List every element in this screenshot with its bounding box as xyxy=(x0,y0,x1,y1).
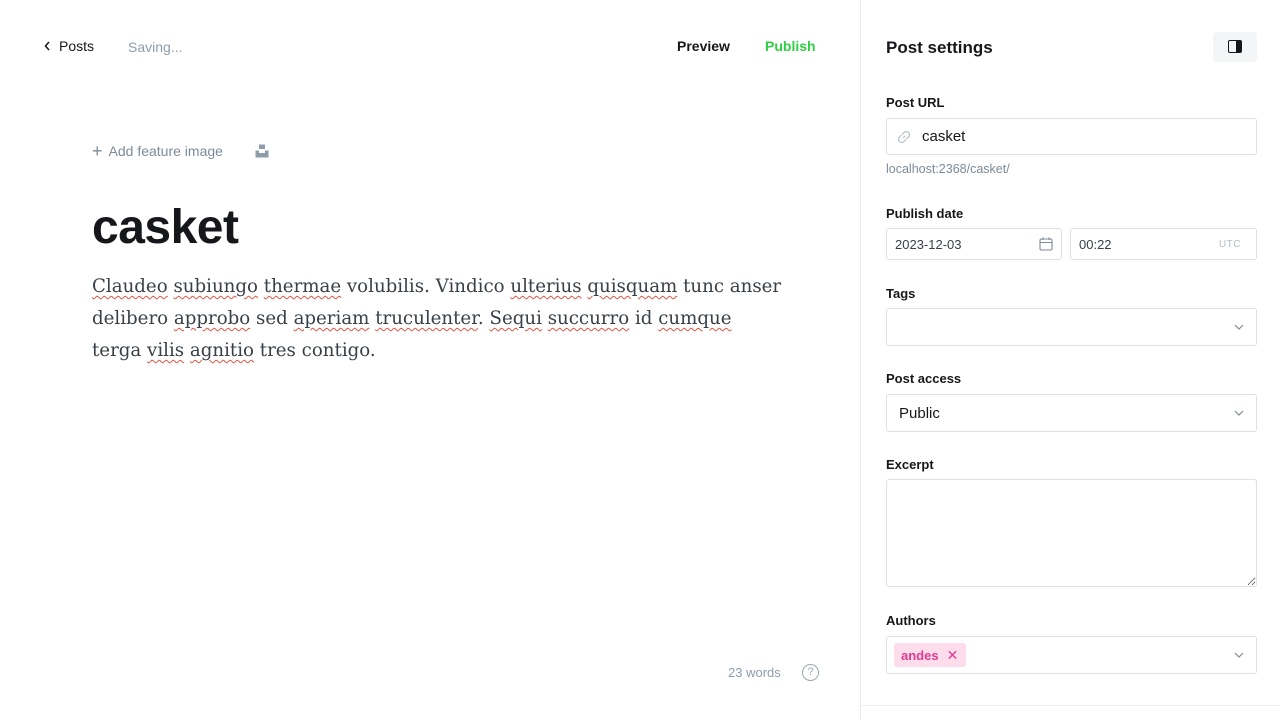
post-settings-panel: Post settings Post URL localhost:2368/ca… xyxy=(860,0,1280,720)
word-count: 23 words xyxy=(728,665,781,680)
body-text-run: id xyxy=(629,308,659,329)
publish-date-input[interactable] xyxy=(895,229,1035,259)
authors-select[interactable]: andes ✕ xyxy=(886,636,1257,674)
misspelled-word: truculenter xyxy=(375,308,478,329)
publish-button[interactable]: Publish xyxy=(765,38,816,54)
misspelled-word: quisquam xyxy=(587,276,678,297)
remove-author-icon[interactable]: ✕ xyxy=(947,647,959,664)
chevron-left-icon xyxy=(44,41,50,51)
excerpt-label: Excerpt xyxy=(886,457,934,472)
sidebar-toggle-icon xyxy=(1228,40,1242,53)
post-url-input[interactable] xyxy=(922,119,1242,154)
timezone-label: UTC xyxy=(1218,239,1241,250)
chevron-down-icon xyxy=(1234,324,1244,330)
calendar-icon[interactable] xyxy=(1039,237,1053,251)
save-status: Saving... xyxy=(128,39,183,55)
link-icon xyxy=(897,130,911,144)
help-icon[interactable]: ? xyxy=(802,664,819,681)
editor-area: Posts Saving... Preview Publish + Add fe… xyxy=(0,0,860,720)
tags-select[interactable] xyxy=(886,308,1257,346)
misspelled-word: Sequi xyxy=(489,308,542,329)
back-label: Posts xyxy=(59,38,95,54)
unsplash-icon[interactable] xyxy=(255,144,269,158)
misspelled-word: aperiam xyxy=(293,308,370,329)
panel-divider xyxy=(861,705,1280,706)
misspelled-word: subiungo xyxy=(173,276,258,297)
chevron-down-icon xyxy=(1234,652,1244,658)
author-tag: andes ✕ xyxy=(894,643,967,667)
body-text-run: sed xyxy=(250,308,294,329)
back-to-posts-link[interactable]: Posts xyxy=(44,38,94,54)
post-title[interactable]: casket xyxy=(92,200,239,255)
publish-date-field xyxy=(886,228,1062,260)
post-access-value: Public xyxy=(899,405,940,422)
post-body[interactable]: Claudeo subiungo thermae volubilis. Vind… xyxy=(92,271,782,367)
post-access-select[interactable]: Public xyxy=(886,394,1257,432)
excerpt-textarea[interactable] xyxy=(886,479,1257,587)
editor-topbar: Posts Saving... Preview Publish xyxy=(0,0,860,94)
tags-label: Tags xyxy=(886,286,916,301)
misspelled-word: ulterius xyxy=(510,276,582,297)
preview-button[interactable]: Preview xyxy=(677,38,730,54)
body-text-run: tres contigo. xyxy=(254,340,376,361)
misspelled-word: agnitio xyxy=(189,340,254,361)
misspelled-word: Claudeo xyxy=(92,276,168,297)
post-access-label: Post access xyxy=(886,371,962,386)
publish-time-input[interactable] xyxy=(1079,229,1179,259)
body-text-run: terga xyxy=(92,340,148,361)
misspelled-word: vilis xyxy=(147,340,185,361)
publish-time-field: UTC xyxy=(1070,228,1257,260)
plus-icon: + xyxy=(92,141,103,161)
authors-label: Authors xyxy=(886,613,936,628)
misspelled-word: succurro xyxy=(547,308,630,329)
add-feature-image-label: Add feature image xyxy=(108,143,223,159)
post-url-hint: localhost:2368/casket/ xyxy=(886,162,1010,176)
add-feature-image-button[interactable]: + Add feature image xyxy=(92,141,223,161)
panel-title: Post settings xyxy=(886,38,993,57)
publish-date-label: Publish date xyxy=(886,206,964,221)
post-url-label: Post URL xyxy=(886,95,945,110)
misspelled-word: approbo xyxy=(173,308,251,329)
author-name: andes xyxy=(901,647,939,663)
post-url-field-wrapper xyxy=(886,118,1257,155)
misspelled-word: cumque xyxy=(658,308,732,329)
chevron-down-icon xyxy=(1234,410,1244,416)
toggle-settings-button[interactable] xyxy=(1213,32,1257,62)
body-text-run: . xyxy=(477,308,490,329)
body-text-run: volubilis. Vindico xyxy=(341,276,511,297)
misspelled-word: thermae xyxy=(263,276,342,297)
